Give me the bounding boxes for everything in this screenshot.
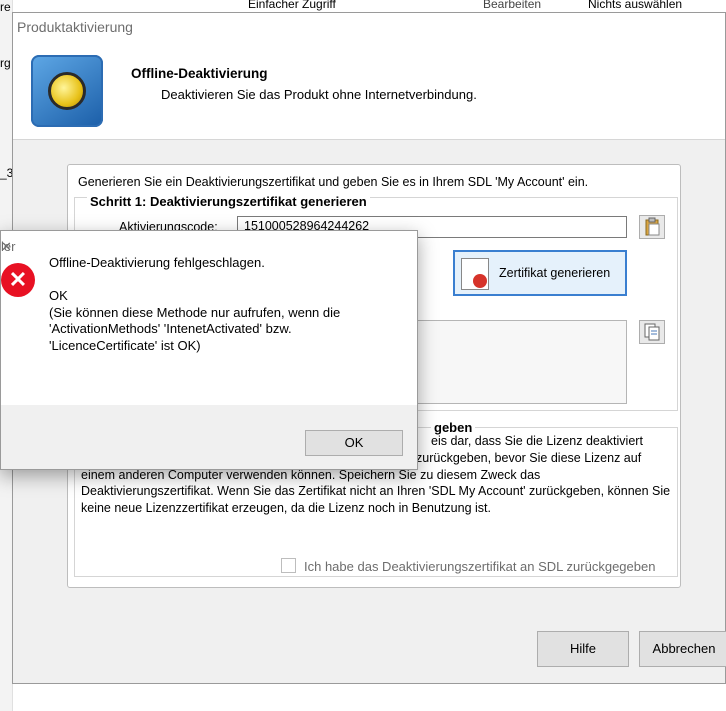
- error-icon: ✕: [1, 263, 35, 297]
- generate-certificate-button[interactable]: Zertifikat generieren: [453, 250, 627, 296]
- cancel-button[interactable]: Abbrechen: [639, 631, 726, 667]
- ok-button[interactable]: OK: [305, 430, 403, 456]
- confirm-checkbox-row[interactable]: Ich habe das Deaktivierungszertifikat an…: [281, 558, 655, 574]
- error-message: Offline-Deaktivierung fehlgeschlagen. OK…: [49, 255, 340, 354]
- step2-text-fragment: eis dar, dass Sie die Lizenz deaktiviert: [431, 434, 643, 448]
- confirm-checkbox[interactable]: [281, 558, 296, 573]
- ribbon-edit[interactable]: Bearbeiten: [483, 0, 541, 11]
- error-line: (Sie können diese Methode nur aufrufen, …: [49, 304, 341, 320]
- dialog-title-bar[interactable]: Produktaktivierung: [13, 13, 725, 43]
- side-fragment: re: [0, 0, 11, 14]
- ribbon-quick-access[interactable]: Einfacher Zugriff: [248, 0, 336, 11]
- step1-title: Schritt 1: Deaktivierungszertifikat gene…: [87, 194, 370, 209]
- error-dialog: ler ✕ ✕ Offline-Deaktivierung fehlgeschl…: [0, 230, 418, 470]
- header-subtitle: Deaktivieren Sie das Produkt ohne Intern…: [161, 87, 477, 102]
- intro-text: Generieren Sie ein Deaktivierungszertifi…: [78, 175, 589, 189]
- error-line: [49, 272, 340, 289]
- error-line: OK: [49, 288, 68, 303]
- close-icon[interactable]: ✕: [1, 239, 403, 255]
- dialog-title: Produktaktivierung: [17, 19, 133, 35]
- paste-button[interactable]: [639, 215, 665, 239]
- ribbon-select-none[interactable]: Nichts auswählen: [588, 0, 682, 11]
- seal-icon: [473, 274, 487, 288]
- error-line: Offline-Deaktivierung fehlgeschlagen.: [49, 255, 265, 270]
- copy-button[interactable]: [639, 320, 665, 344]
- help-button[interactable]: Hilfe: [537, 631, 629, 667]
- app-logo-icon: [31, 55, 103, 127]
- copy-icon: [644, 323, 660, 341]
- generate-certificate-label: Zertifikat generieren: [499, 266, 611, 280]
- error-line: 'LicenceCertificate' ist OK): [49, 337, 201, 353]
- error-line: 'ActivationMethods' 'IntenetActivated' b…: [49, 321, 292, 336]
- clipboard-icon: [645, 217, 660, 236]
- side-fragment: rg: [0, 56, 11, 70]
- header-title: Offline-Deaktivierung: [131, 66, 268, 81]
- step2-title: geben: [431, 420, 476, 435]
- confirm-checkbox-label: Ich habe das Deaktivierungszertifikat an…: [304, 559, 656, 574]
- dialog-header: Offline-Deaktivierung Deaktivieren Sie d…: [13, 43, 725, 140]
